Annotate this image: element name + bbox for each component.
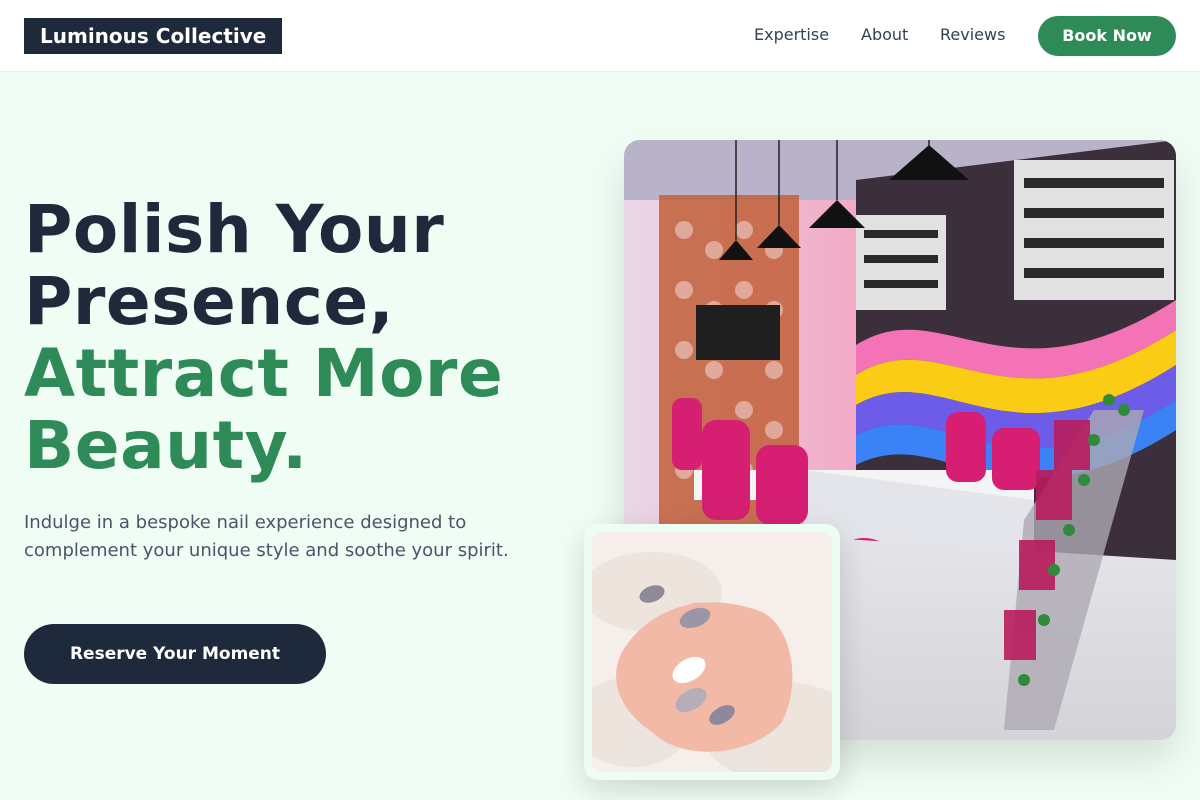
hero-subtitle: Indulge in a bespoke nail experience des… — [24, 512, 509, 561]
hero-title-line-1: Polish Your — [24, 191, 445, 268]
site-header: Luminous Collective Expertise About Revi… — [0, 0, 1200, 72]
hero-title-line-3: Attract More — [24, 335, 504, 412]
nav-link-reviews[interactable]: Reviews — [940, 24, 1005, 46]
nav-link-about[interactable]: About — [861, 24, 908, 46]
hero-title-line-4: Beauty. — [24, 407, 308, 484]
hero-title-line-2: Presence, — [24, 263, 395, 340]
nail-photo-card — [584, 524, 840, 780]
reserve-button[interactable]: Reserve Your Moment — [24, 624, 326, 684]
logo[interactable]: Luminous Collective — [24, 18, 283, 54]
nav-link-expertise[interactable]: Expertise — [754, 24, 829, 46]
hero-title: Polish Your Presence, Attract More Beaut… — [24, 194, 584, 482]
nail-photo-image — [592, 532, 832, 772]
manicured-hand-illustration — [592, 532, 832, 772]
book-now-button[interactable]: Book Now — [1038, 16, 1176, 56]
